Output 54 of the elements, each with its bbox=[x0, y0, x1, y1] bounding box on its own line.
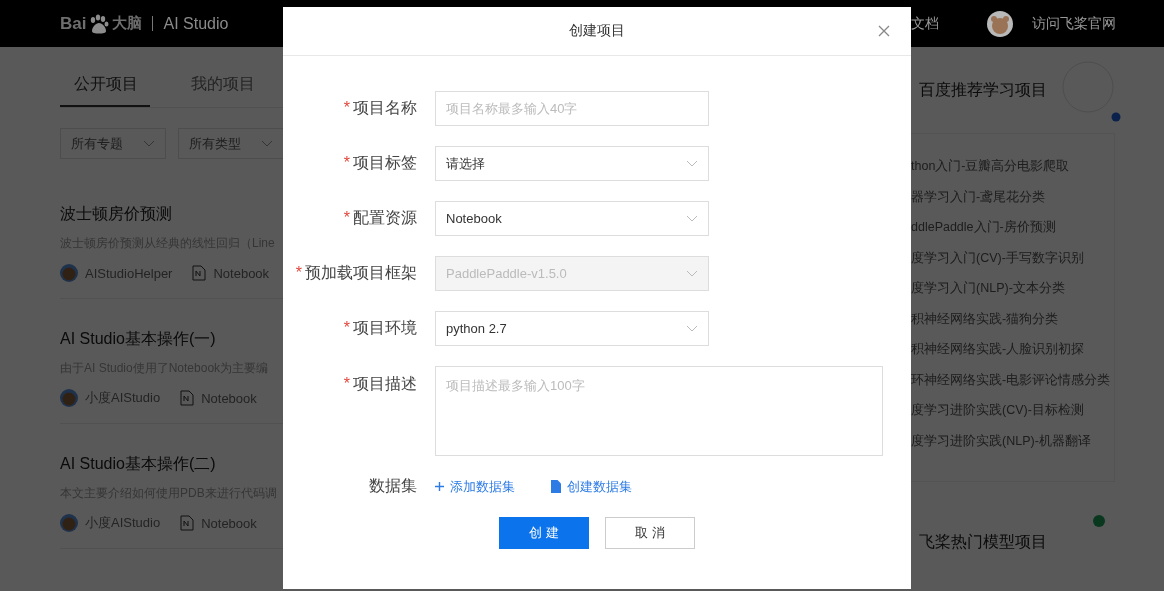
document-icon bbox=[180, 515, 195, 531]
site-link[interactable]: 访问飞桨官网 bbox=[1032, 14, 1116, 33]
required-asterisk: * bbox=[343, 209, 350, 226]
nav-link[interactable]: 文档 bbox=[911, 14, 939, 33]
chevron-icon bbox=[261, 139, 273, 148]
avatar-icon[interactable] bbox=[987, 10, 1013, 37]
logo-text: Bai bbox=[60, 13, 87, 34]
section-title: 飞桨热门模型项目 bbox=[919, 531, 1047, 552]
project-title[interactable]: AI Studio基本操作(二) bbox=[60, 454, 283, 475]
section-title: 百度推荐学习项目 bbox=[919, 79, 1047, 100]
project-title[interactable]: AI Studio基本操作(一) bbox=[60, 329, 283, 350]
field-label: 项目标签 bbox=[353, 154, 417, 171]
paw-icon bbox=[88, 13, 111, 34]
document-icon bbox=[180, 390, 195, 406]
field-label: 配置资源 bbox=[353, 209, 417, 226]
avatar-icon bbox=[60, 264, 78, 282]
plus-icon bbox=[435, 482, 444, 491]
select-field[interactable]: python 2.7 bbox=[435, 311, 709, 346]
avatar-icon bbox=[60, 514, 78, 532]
chevron-icon bbox=[686, 214, 698, 223]
cancel-button[interactable]: 取 消 bbox=[605, 517, 695, 549]
field-label: 数据集 bbox=[369, 477, 417, 494]
required-asterisk: * bbox=[343, 375, 350, 392]
field-label: 项目描述 bbox=[353, 375, 417, 392]
document-icon bbox=[551, 480, 561, 493]
chevron-icon bbox=[686, 269, 698, 278]
create-button[interactable]: 创 建 bbox=[499, 517, 589, 549]
chevron-icon bbox=[686, 324, 698, 333]
recommended-project-link[interactable]: 积神经网络实践-人脸识别初探 bbox=[911, 339, 1114, 370]
required-asterisk: * bbox=[343, 319, 350, 336]
recommended-project-link[interactable]: 积神经网络实践-猫狗分类 bbox=[911, 308, 1114, 339]
required-asterisk: * bbox=[343, 154, 350, 171]
select-field[interactable]: Notebook bbox=[435, 201, 709, 236]
dataset-link[interactable]: 创建数据集 bbox=[567, 477, 632, 496]
chevron-icon bbox=[143, 139, 155, 148]
dot-decoration-icon bbox=[1092, 514, 1106, 528]
required-asterisk: * bbox=[343, 99, 350, 116]
tab[interactable]: 公开项目 bbox=[60, 74, 150, 107]
textarea-field[interactable]: 项目描述最多输入100字 bbox=[435, 366, 883, 456]
chevron-icon bbox=[686, 159, 698, 168]
field-label: 预加载项目框架 bbox=[305, 264, 417, 281]
dataset-link[interactable]: 添加数据集 bbox=[450, 477, 515, 496]
dialog-title: 创建项目 bbox=[569, 22, 625, 40]
project-title[interactable]: 波士顿房价预测 bbox=[60, 204, 283, 225]
logo-text: 大脑 bbox=[112, 14, 143, 33]
field-label: 项目名称 bbox=[353, 99, 417, 116]
product-name: AI Studio bbox=[163, 14, 229, 33]
avatar-icon bbox=[60, 389, 78, 407]
close-icon[interactable] bbox=[877, 24, 891, 38]
field-label: 项目环境 bbox=[353, 319, 417, 336]
input-field[interactable]: 项目名称最多输入40字 bbox=[435, 91, 709, 126]
required-asterisk: * bbox=[295, 264, 302, 281]
select-field[interactable]: 请选择 bbox=[435, 146, 709, 181]
document-icon bbox=[192, 265, 207, 281]
